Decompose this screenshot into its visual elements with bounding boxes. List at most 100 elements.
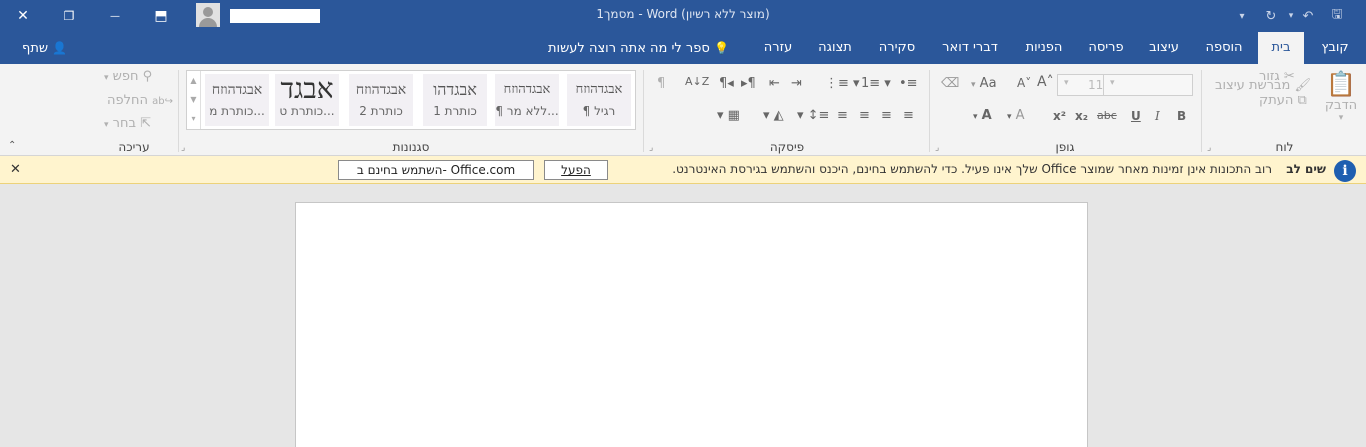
justify-icon: ≡ <box>837 108 848 123</box>
undo-button[interactable]: ↶ <box>1298 0 1318 32</box>
align-left-icon: ≡ <box>859 108 870 123</box>
bold-icon: B <box>1177 109 1187 123</box>
tab-file[interactable]: קובץ <box>1314 32 1356 64</box>
save-button[interactable]: 🖫 <box>1324 0 1350 32</box>
info-icon: i <box>1334 160 1356 182</box>
shading-button[interactable]: ▾ ◭ <box>763 108 784 123</box>
align-center-button[interactable]: ≡ <box>881 108 892 123</box>
tab-references[interactable]: הפניות <box>1018 32 1070 64</box>
copy-label: העתק <box>1259 93 1294 108</box>
use-free-office-com-button[interactable]: השתמש בחינם ב- Office.com <box>338 160 534 180</box>
decrease-indent-button[interactable]: ⇤ <box>769 76 780 91</box>
tab-help[interactable]: עזרה <box>757 32 799 64</box>
multilevel-list-button[interactable]: ⋮≡ ▾ <box>825 76 860 91</box>
group-label-font: גופן <box>1055 140 1075 154</box>
bold-button[interactable]: B <box>1177 109 1186 123</box>
save-icon: 🖫 <box>1331 7 1343 22</box>
font-color-button[interactable]: ▾ A <box>973 108 992 123</box>
grow-font-button[interactable]: A˄ <box>1037 74 1054 90</box>
shrink-font-icon: A˅ <box>1017 76 1032 90</box>
strikethrough-icon: abc <box>1097 109 1117 122</box>
font-size-value: 11 <box>1088 78 1104 92</box>
replace-button[interactable]: החלפה ab↪ <box>107 93 173 108</box>
close-message-button[interactable]: ✕ <box>10 162 21 177</box>
increase-indent-icon: ⇥ <box>791 76 802 91</box>
superscript-button[interactable]: x² <box>1053 109 1066 123</box>
styles-gallery: ▲ ▼ ▾ אבגדהוזח כותרת מ... אבגד כותרת ט..… <box>186 70 636 130</box>
cut-button[interactable]: גזור ✂ <box>1259 69 1295 84</box>
gallery-more-icon[interactable]: ▾ <box>187 109 200 128</box>
select-button[interactable]: ▾ בחר ⇱ <box>104 116 151 131</box>
gallery-scroll[interactable]: ▲ ▼ ▾ <box>187 71 201 129</box>
paintbrush-icon: 🖌 <box>1294 78 1312 93</box>
undo-dropdown[interactable]: ▾ <box>1284 0 1298 32</box>
share-button[interactable]: שתף 👤 <box>22 32 67 64</box>
text-effects-icon: A <box>1015 108 1025 123</box>
find-button[interactable]: ▾ חפש ⚲ <box>104 69 152 84</box>
italic-button[interactable]: I <box>1155 109 1160 123</box>
ltr-icon: ¶◂ <box>719 76 734 91</box>
document-page[interactable] <box>295 202 1088 447</box>
text-effects-button[interactable]: ▾ A <box>1007 108 1025 123</box>
clear-formatting-button[interactable]: ⌫ <box>941 76 959 91</box>
tab-mailings[interactable]: דברי דואר <box>934 32 1006 64</box>
select-label: בחר <box>112 116 137 131</box>
font-name-box[interactable]: ▾ <box>1103 74 1193 96</box>
show-hide-button[interactable]: ¶ <box>657 76 665 91</box>
redo-button[interactable]: ↻ <box>1260 0 1282 32</box>
group-clipboard: מברשת עיצוב 🖌 גזור ✂ העתק ⧉ 📋 הדבק ▾ ⌟ ל… <box>1203 64 1366 156</box>
change-case-button[interactable]: ▾ Aa <box>971 76 997 91</box>
tab-layout[interactable]: פריסה <box>1082 32 1130 64</box>
ltr-button[interactable]: ¶◂ <box>719 76 734 91</box>
increase-indent-button[interactable]: ⇥ <box>791 76 802 91</box>
numbering-button[interactable]: 1≡ ▾ <box>861 76 891 91</box>
collapse-ribbon-button[interactable]: ⌃ <box>8 140 16 151</box>
group-font: ⌫ ▾ Aa A˅ A˄ ▾ 11 ▾ ▾ A ▾ A x² x₂ abc U … <box>931 64 1199 156</box>
italic-icon: I <box>1155 109 1160 123</box>
sort-button[interactable]: A↓Z <box>685 75 709 88</box>
document-area <box>0 185 1366 447</box>
gallery-up-icon[interactable]: ▲ <box>187 71 200 90</box>
style-heading-1[interactable]: אבגדהו כותרת 1 <box>423 74 487 126</box>
tab-review[interactable]: סקירה <box>872 32 922 64</box>
paste-button[interactable]: 📋 הדבק ▾ <box>1321 70 1361 123</box>
group-label-paragraph: פיסקה <box>769 140 805 154</box>
tab-insert[interactable]: הוספה <box>1198 32 1250 64</box>
find-label: חפש <box>112 69 139 84</box>
chevron-down-icon: ▾ <box>1239 10 1245 22</box>
font-color-icon: A <box>981 108 992 123</box>
pilcrow-icon: ¶ <box>657 76 666 91</box>
style-title[interactable]: אבגד כותרת ט... <box>275 74 339 126</box>
tab-home[interactable]: בית <box>1258 32 1304 64</box>
undo-icon: ↶ <box>1302 8 1314 24</box>
subscript-button[interactable]: x₂ <box>1075 109 1088 123</box>
underline-button[interactable]: U <box>1131 109 1141 123</box>
justify-button[interactable]: ≡ <box>837 108 848 123</box>
activate-button[interactable]: הפעל <box>544 160 608 180</box>
rtl-button[interactable]: ▸¶ <box>741 76 756 91</box>
align-left-button[interactable]: ≡ <box>859 108 870 123</box>
tab-design[interactable]: עיצוב <box>1142 32 1186 64</box>
strikethrough-button[interactable]: abc <box>1097 109 1117 122</box>
borders-button[interactable]: ▾ ▦ <box>717 108 740 123</box>
style-no-spacing[interactable]: אבגדהוזח ¶ ללא מר... <box>495 74 559 126</box>
line-spacing-button[interactable]: ▾ ↕≡ <box>797 108 829 123</box>
bullets-button[interactable]: •≡ <box>899 76 918 91</box>
style-subtitle[interactable]: אבגדהוזח כותרת מ... <box>205 74 269 126</box>
chevron-down-icon: ▾ <box>1288 11 1294 21</box>
cut-label: גזור <box>1259 69 1280 84</box>
scissors-icon: ✂ <box>1283 69 1295 84</box>
tab-view[interactable]: תצוגה <box>810 32 860 64</box>
underline-icon: U <box>1131 109 1141 123</box>
align-right-button[interactable]: ≡ <box>903 108 914 123</box>
gallery-down-icon[interactable]: ▼ <box>187 90 200 109</box>
align-right-icon: ≡ <box>903 108 914 123</box>
copy-button[interactable]: העתק ⧉ <box>1259 93 1307 108</box>
align-center-icon: ≡ <box>881 108 892 123</box>
tell-me-search[interactable]: ספר לי מה אתה רוצה לעשות 💡 <box>548 32 729 64</box>
shrink-font-button[interactable]: A˅ <box>1017 76 1031 90</box>
style-heading-2[interactable]: אבגדהוזח כותרת 2 <box>349 74 413 126</box>
eraser-icon: ⌫ <box>941 76 960 91</box>
style-normal[interactable]: אבגדהוזח ¶ רגיל <box>567 74 631 126</box>
customize-qat-button[interactable]: ▾ <box>1232 0 1252 32</box>
